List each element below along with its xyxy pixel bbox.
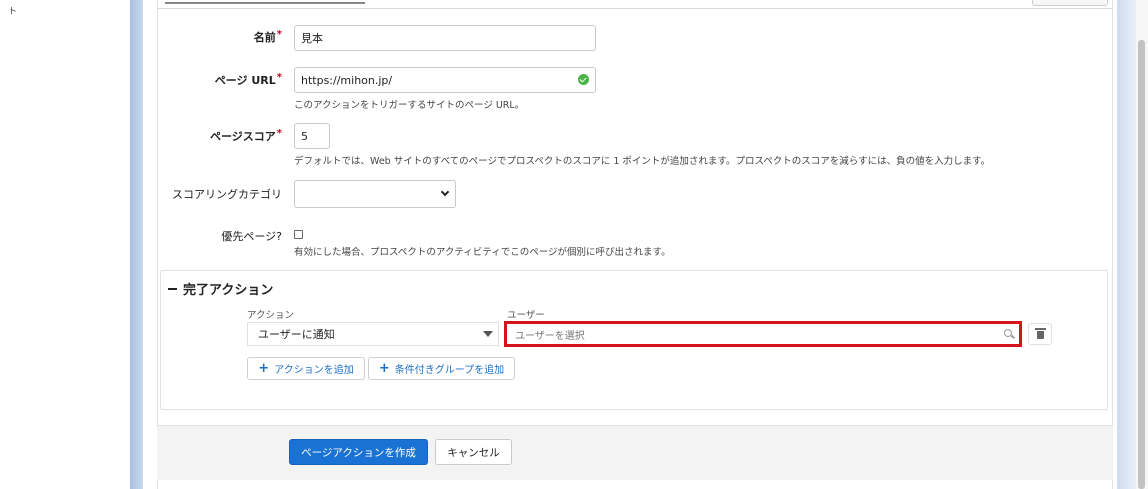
search-icon [1004, 329, 1012, 337]
page-score-label: ページスコア* [209, 128, 282, 143]
completion-actions-title: 完了アクション [183, 283, 274, 298]
page-score-input-value: 5 [301, 129, 308, 143]
page-score-help: デフォルトでは、Web サイトのすべてのページでプロスペクトのスコアに 1 ポイ… [294, 156, 991, 167]
minus-icon [168, 287, 177, 290]
header-button-cropped[interactable] [1032, 0, 1108, 6]
scoring-category-select[interactable] [294, 180, 456, 208]
page-title-cropped [165, 0, 365, 4]
required-mark: * [276, 72, 282, 83]
scrollbar-thumb[interactable] [1138, 40, 1145, 489]
required-mark: * [276, 128, 282, 139]
plus-icon: + [378, 361, 390, 376]
check-circle-icon [578, 74, 589, 85]
page-url-label: ページ URL* [214, 72, 282, 87]
action-select-value: ユーザーに通知 [258, 328, 335, 341]
add-group-label: 条件付きグループを追加 [394, 365, 505, 376]
page-score-input[interactable]: 5 [294, 123, 330, 149]
page-url-input-value: https://mihon.jp/ [301, 73, 393, 87]
left-stub-text: ト [8, 7, 18, 17]
required-mark: * [276, 29, 282, 40]
name-label: 名前* [253, 29, 282, 44]
priority-page-help: 有効にした場合、プロスペクトのアクティビティでこのページが個別に呼び出されます。 [294, 247, 671, 258]
name-input[interactable]: 見本 [294, 25, 596, 51]
add-action-label: アクションを追加 [274, 365, 354, 376]
right-border-band [1117, 0, 1135, 489]
delete-action-button[interactable] [1028, 323, 1052, 345]
cancel-button[interactable]: キャンセル [435, 439, 512, 465]
name-input-value: 見本 [301, 32, 323, 45]
priority-page-checkbox[interactable] [294, 230, 303, 239]
trash-icon [1034, 328, 1046, 339]
page-url-input[interactable]: https://mihon.jp/ [294, 67, 596, 93]
scoring-category-label: スコアリングカテゴリ [172, 188, 282, 201]
completion-actions-toggle[interactable]: 完了アクション [168, 279, 273, 298]
create-page-action-button[interactable]: ページアクションを作成 [289, 439, 428, 465]
caret-down-icon [483, 331, 493, 337]
action-select[interactable]: ユーザーに通知 [247, 322, 499, 346]
left-sidebar [0, 0, 130, 489]
header-divider [157, 8, 1113, 9]
plus-icon: + [258, 361, 270, 376]
add-action-button[interactable]: + アクションを追加 [247, 357, 365, 380]
add-conditional-group-button[interactable]: + 条件付きグループを追加 [368, 357, 515, 380]
priority-page-label: 優先ページ? [221, 230, 282, 243]
user-column-label: ユーザー [507, 310, 545, 321]
user-search-placeholder: ユーザーを選択 [515, 330, 585, 342]
user-search-input[interactable]: ユーザーを選択 [504, 321, 1022, 347]
action-column-label: アクション [247, 310, 295, 321]
left-border-band [130, 0, 143, 489]
page-url-help: このアクションをトリガーするサイトのページ URL。 [294, 100, 525, 111]
